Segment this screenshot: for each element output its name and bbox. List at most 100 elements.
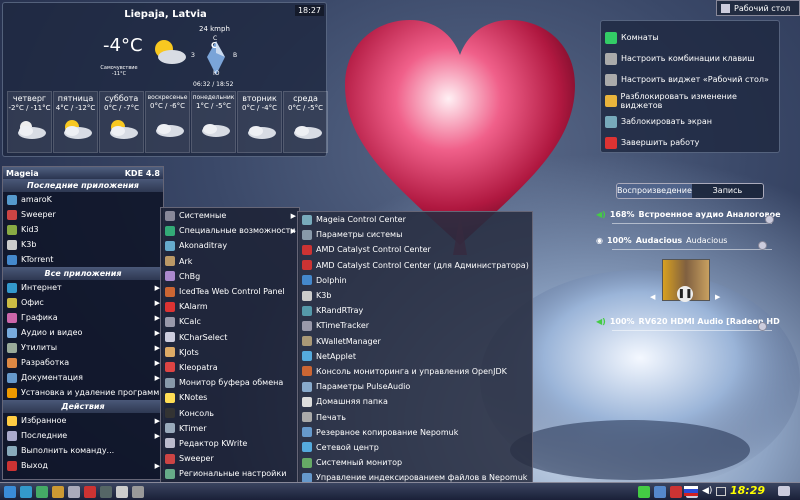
menu-item[interactable]: AMD Catalyst Control Center: [298, 242, 532, 257]
menu-item[interactable]: Akonaditray: [161, 238, 299, 253]
mageia-menu-icon[interactable]: [4, 485, 16, 498]
volume-slider-track[interactable]: [612, 330, 772, 331]
menu-item[interactable]: ChBg: [161, 269, 299, 284]
menu-item[interactable]: Установка и удаление программ: [3, 385, 163, 400]
weather-time: 18:27: [294, 5, 324, 16]
desktop-action[interactable]: Завершить работу: [605, 132, 775, 153]
desktop-action[interactable]: Разблокировать изменение виджетов: [605, 90, 775, 111]
volume-slider-track[interactable]: [612, 223, 772, 224]
speaker-icon[interactable]: ◀): [596, 210, 606, 219]
screen-lock-icon: [605, 115, 617, 128]
launcher-icon[interactable]: [100, 485, 112, 498]
menu-item[interactable]: Mageia Control Center: [298, 212, 532, 227]
menu-item[interactable]: NetApplet: [298, 349, 532, 364]
tab-record[interactable]: Запись: [691, 184, 763, 198]
next-icon[interactable]: ▶: [715, 293, 720, 301]
menu-item[interactable]: Sweeper: [161, 451, 299, 466]
launcher-icon[interactable]: [132, 485, 144, 498]
menu-item[interactable]: Сетевой центр: [298, 440, 532, 455]
launcher-icon[interactable]: [68, 485, 80, 498]
menu-item[interactable]: KCalc: [161, 314, 299, 329]
volume-icon[interactable]: ◀): [702, 486, 712, 496]
menu-item[interactable]: KTorrent: [3, 252, 163, 267]
tray-icon[interactable]: [654, 486, 666, 498]
menu-item[interactable]: KNotes: [161, 390, 299, 405]
show-desktop-icon[interactable]: [778, 486, 790, 496]
desktop-action[interactable]: Заблокировать экран: [605, 111, 775, 132]
menu-item[interactable]: Ark: [161, 254, 299, 269]
menu-item[interactable]: AMD Catalyst Control Center (для Админис…: [298, 258, 532, 273]
menu-item[interactable]: Региональные настройки: [161, 466, 299, 481]
menu-item[interactable]: Параметры системы: [298, 227, 532, 242]
menu-item-label: AMD Catalyst Control Center: [316, 245, 431, 255]
menu-item[interactable]: K3b: [3, 237, 163, 252]
menu-item[interactable]: Интернет ▶: [3, 280, 163, 295]
menu-item[interactable]: Системный монитор: [298, 455, 532, 470]
desktop-toolbox-button[interactable]: Рабочий стол: [716, 0, 800, 16]
menu-item[interactable]: Kleopatra: [161, 360, 299, 375]
tray-icon[interactable]: [670, 486, 682, 498]
app-icon: [302, 366, 312, 377]
menu-item[interactable]: KRandRTray: [298, 303, 532, 318]
menu-item[interactable]: Домашняя папка: [298, 394, 532, 409]
menu-item[interactable]: Резервное копирование Nepomuk: [298, 425, 532, 440]
menu-item[interactable]: Офис ▶: [3, 295, 163, 310]
tab-playback[interactable]: Воспроизведение: [617, 184, 692, 198]
launcher-icon[interactable]: [20, 485, 32, 498]
keyboard-layout-flag[interactable]: [684, 486, 698, 496]
menu-item[interactable]: KTimeTracker: [298, 318, 532, 333]
network-icon[interactable]: [716, 487, 726, 496]
wrench-icon: [605, 52, 617, 65]
menu-item[interactable]: Аудио и видео ▶: [3, 325, 163, 340]
prev-icon[interactable]: ◀: [650, 293, 655, 301]
menu-item[interactable]: Системные ▶: [161, 208, 299, 223]
menu-item[interactable]: Разработка ▶: [3, 355, 163, 370]
menu-item[interactable]: KCharSelect: [161, 330, 299, 345]
menu-item[interactable]: Выход ▶: [3, 458, 163, 473]
menu-item[interactable]: Документация ▶: [3, 370, 163, 385]
menu-item[interactable]: K3b: [298, 288, 532, 303]
audacious-icon[interactable]: ◉: [596, 236, 603, 245]
volume-slider-handle[interactable]: [764, 215, 774, 224]
menu-item[interactable]: Sweeper: [3, 207, 163, 222]
menu-item[interactable]: KWalletManager: [298, 334, 532, 349]
tray-icon[interactable]: [638, 486, 650, 498]
menu-item[interactable]: KJots: [161, 345, 299, 360]
menu-item[interactable]: Выполнить команду...: [3, 443, 163, 458]
menu-item-label: Параметры PulseAudio: [316, 382, 411, 392]
pause-icon[interactable]: ❚❚: [677, 286, 693, 302]
menu-item[interactable]: Печать: [298, 409, 532, 424]
weather-widget[interactable]: Liepaja, Latvia 18:27 -4°C Самочувствие …: [2, 2, 328, 157]
menu-item[interactable]: KAlarm: [161, 299, 299, 314]
menu-item[interactable]: Kid3: [3, 222, 163, 237]
menu-item[interactable]: Избранное ▶: [3, 413, 163, 428]
menu-item[interactable]: Последние ▶: [3, 428, 163, 443]
volume-slider-track[interactable]: [612, 249, 772, 250]
menu-item-label: Akonaditray: [179, 241, 228, 251]
menu-item[interactable]: Редактор KWrite: [161, 436, 299, 451]
desktop-action[interactable]: Настроить комбинации клавиш: [605, 48, 775, 69]
desktop-action[interactable]: Комнаты: [605, 27, 775, 48]
menu-item[interactable]: KTimer: [161, 421, 299, 436]
menu-item[interactable]: IcedTea Web Control Panel: [161, 284, 299, 299]
menu-item[interactable]: Монитор буфера обмена: [161, 375, 299, 390]
menu-item[interactable]: Графика ▶: [3, 310, 163, 325]
menu-item[interactable]: Утилиты ▶: [3, 340, 163, 355]
launcher-icon[interactable]: [36, 485, 48, 498]
menu-item[interactable]: Консоль: [161, 405, 299, 420]
app-icon: [165, 316, 175, 327]
speaker-icon[interactable]: ◀): [596, 317, 606, 326]
menu-item[interactable]: Консоль мониторинга и управления OpenJDK: [298, 364, 532, 379]
clock[interactable]: 18:29: [730, 482, 765, 500]
menu-item-label: Sweeper: [21, 210, 56, 219]
menu-item[interactable]: amaroK: [3, 192, 163, 207]
launcher-icon[interactable]: [84, 485, 96, 498]
desktop-action[interactable]: Настроить виджет «Рабочий стол»: [605, 69, 775, 90]
menu-item[interactable]: Параметры PulseAudio: [298, 379, 532, 394]
app-icon: [7, 430, 17, 441]
launcher-icon[interactable]: [52, 485, 64, 498]
menu-item[interactable]: Специальные возможности ▶: [161, 223, 299, 238]
launcher-icon[interactable]: [116, 485, 128, 498]
menu-item-label: NetApplet: [316, 351, 356, 361]
menu-item[interactable]: Dolphin: [298, 273, 532, 288]
